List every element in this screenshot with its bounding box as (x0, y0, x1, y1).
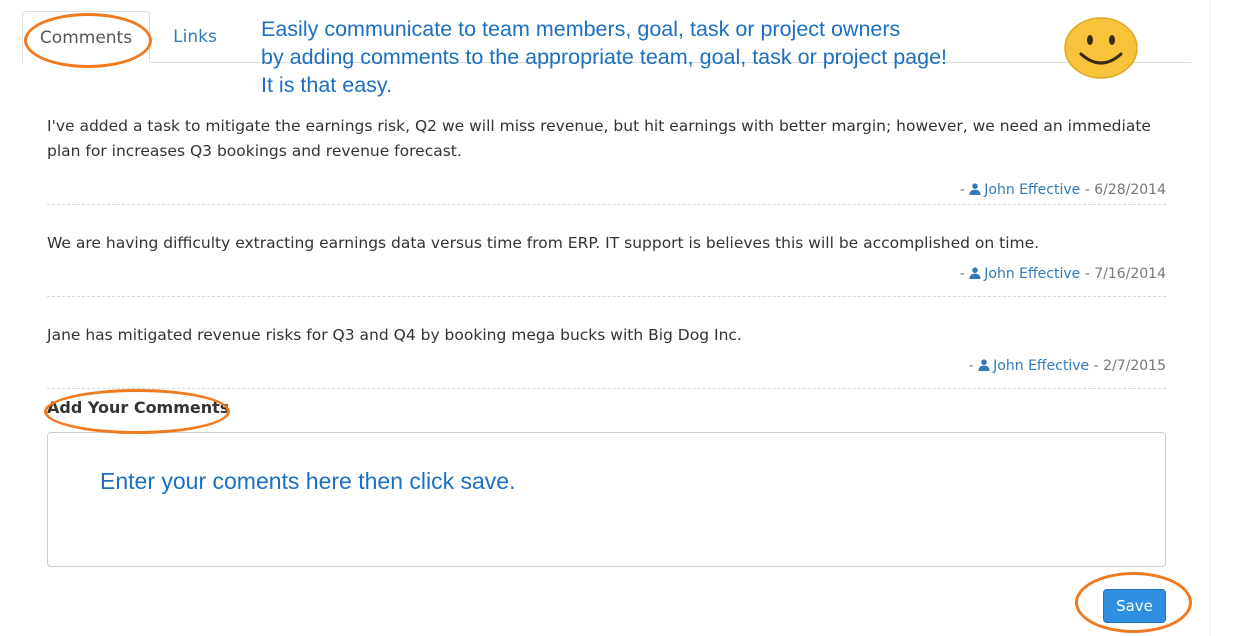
help-line-1: Easily communicate to team members, goal… (261, 17, 901, 41)
page-border (1210, 0, 1211, 636)
user-icon (969, 267, 981, 279)
meta-dash: - (959, 182, 970, 198)
comment-text: I've added a task to mitigate the earnin… (47, 117, 1151, 160)
help-line-2: by adding comments to the appropriate te… (261, 45, 948, 69)
comment-text: We are having difficulty extracting earn… (47, 234, 1040, 252)
comments-list: I've added a task to mitigate the earnin… (47, 110, 1166, 389)
comments-page: Comments Links Easily communicate to tea… (0, 0, 1236, 636)
textarea-annotation: Enter your coments here then click save. (100, 468, 516, 494)
comment-item: Jane has mitigated revenue risks for Q3 … (47, 297, 1166, 389)
meta-dash: - (959, 266, 970, 282)
comment-textarea[interactable] (47, 432, 1166, 567)
comment-meta: - John Effective - 6/28/2014 (47, 180, 1166, 200)
smiley-icon (1064, 17, 1138, 79)
user-icon (969, 183, 981, 195)
help-annotation: Easily communicate to team members, goal… (261, 15, 947, 99)
comment-item: We are having difficulty extracting earn… (47, 205, 1166, 297)
comment-meta: - John Effective - 2/7/2015 (47, 356, 1166, 376)
add-comments-label: Add Your Comments (47, 398, 230, 417)
tab-links[interactable]: Links (160, 11, 230, 63)
comment-author-link[interactable]: John Effective (993, 358, 1089, 374)
save-button[interactable]: Save (1103, 589, 1166, 623)
comment-item: I've added a task to mitigate the earnin… (47, 110, 1166, 205)
comment-text: Jane has mitigated revenue risks for Q3 … (47, 326, 742, 344)
help-line-3: It is that easy. (261, 73, 393, 97)
meta-dash: - (968, 358, 979, 374)
user-icon (978, 359, 990, 371)
comment-meta: - John Effective - 7/16/2014 (47, 264, 1166, 284)
tab-comments[interactable]: Comments (22, 11, 150, 63)
comment-author-link[interactable]: John Effective (984, 182, 1080, 198)
comment-date: - 2/7/2015 (1089, 358, 1166, 374)
comment-author-link[interactable]: John Effective (984, 266, 1080, 282)
comment-date: - 6/28/2014 (1080, 182, 1166, 198)
comment-date: - 7/16/2014 (1080, 266, 1166, 282)
